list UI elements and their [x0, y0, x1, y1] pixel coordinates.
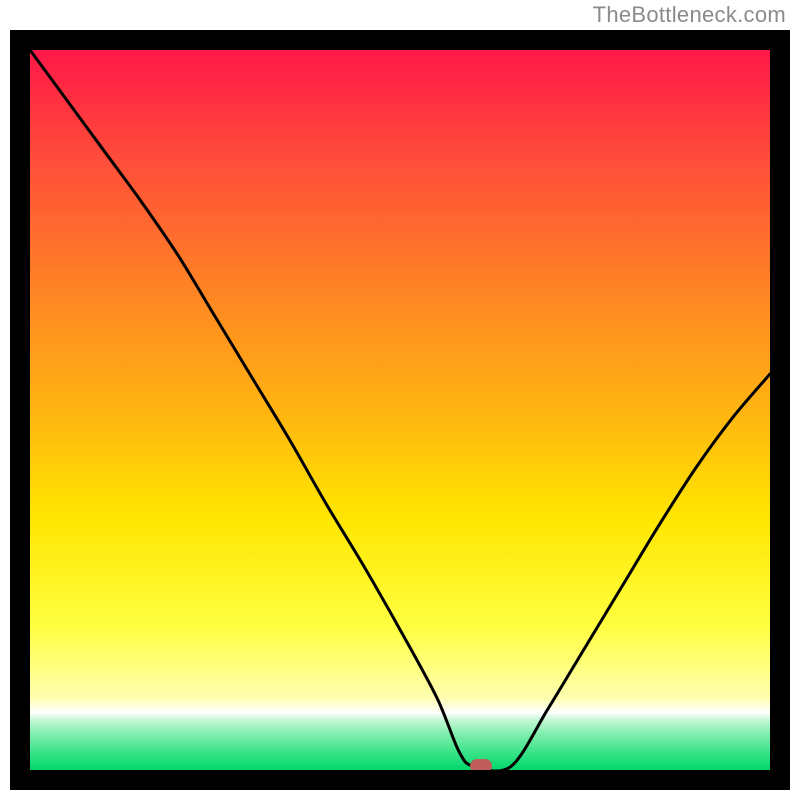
bottleneck-curve [30, 50, 770, 770]
chart-plot-area [30, 50, 770, 770]
curve-path [30, 50, 770, 770]
optimal-point-marker [470, 759, 492, 770]
attribution-text: TheBottleneck.com [593, 2, 786, 28]
